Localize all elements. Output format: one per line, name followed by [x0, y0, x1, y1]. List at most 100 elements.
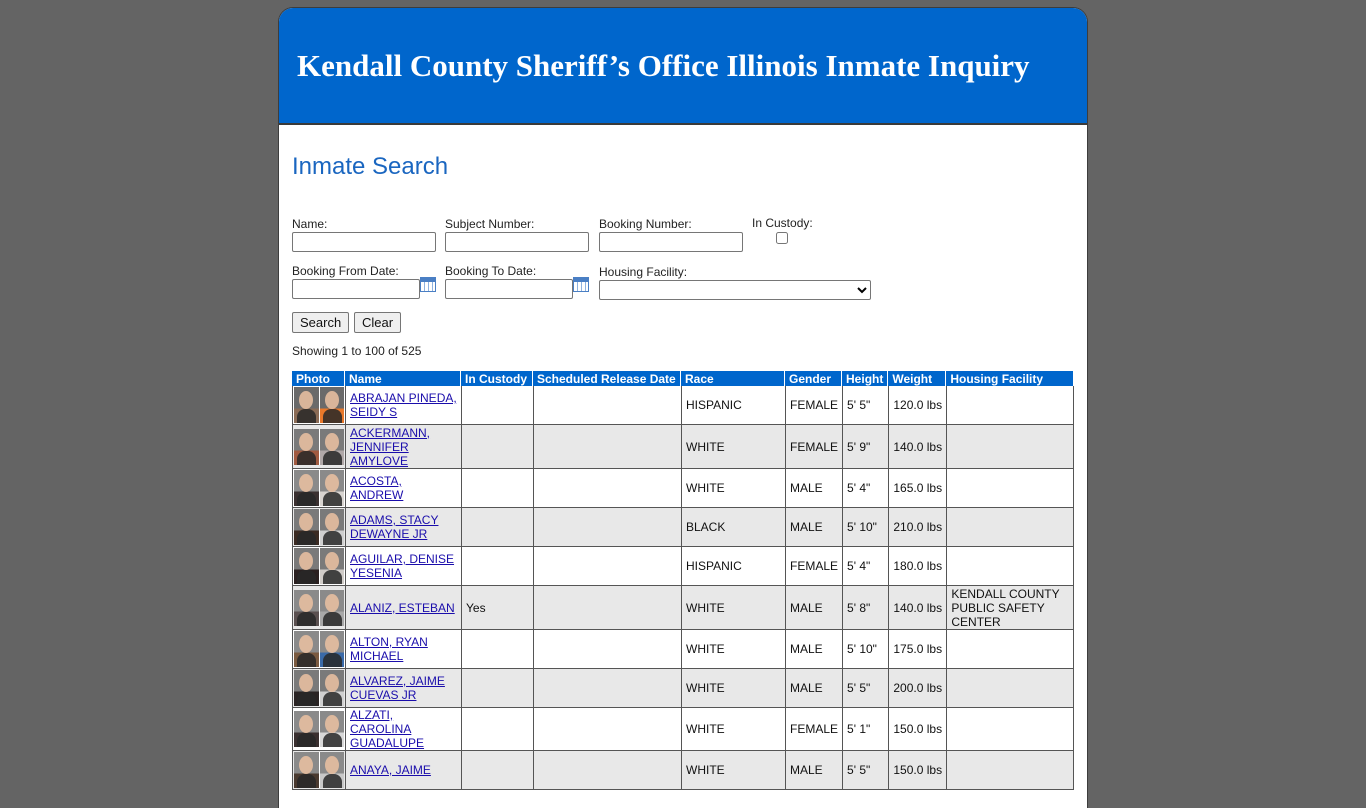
search-button[interactable]: Search	[292, 312, 350, 333]
inmate-name-line: GUADALUPE	[350, 736, 425, 750]
gender-cell: FEMALE	[785, 386, 843, 425]
mugshot-photo[interactable]	[294, 589, 344, 626]
height-cell: 5' 4"	[842, 469, 889, 508]
height-cell: 5' 9"	[842, 425, 889, 469]
in-custody-cell	[461, 751, 533, 790]
column-header-photo: Photo	[292, 371, 345, 386]
mugshot-face	[319, 631, 344, 667]
race-cell: WHITE	[681, 630, 785, 669]
mugshot-photo[interactable]	[294, 631, 344, 667]
inmate-name-link[interactable]: ALANIZ, ESTEBAN	[350, 601, 455, 615]
booking-number-input[interactable]	[599, 232, 743, 252]
name-cell: ALTON, RYAN MICHAEL	[345, 630, 461, 669]
booking-from-input[interactable]	[292, 279, 420, 299]
inmate-name-link[interactable]: ADAMS, STACY DEWAYNE JR	[350, 513, 438, 541]
booking-to-group: Booking To Date:	[445, 264, 589, 299]
column-header-release-date: Scheduled Release Date	[533, 371, 681, 386]
column-header-housing-facility: Housing Facility	[946, 371, 1074, 386]
weight-cell: 150.0 lbs	[888, 751, 947, 790]
column-header-race: Race	[681, 371, 785, 386]
gender-cell: FEMALE	[785, 425, 843, 469]
inmate-name-link[interactable]: ALZATI, CAROLINA GUADALUPE	[350, 708, 424, 750]
inmate-name-line: ALANIZ, ESTEBAN	[350, 600, 455, 615]
in-custody-cell	[461, 547, 533, 586]
height-cell: 5' 5"	[842, 669, 889, 708]
mugshot-face	[294, 589, 320, 626]
mugshot-face	[319, 470, 344, 506]
in-custody-checkbox[interactable]	[776, 232, 788, 244]
housing-facility-cell	[946, 751, 1074, 790]
in-custody-group: In Custody:	[752, 216, 813, 247]
mugshot-photo[interactable]	[294, 711, 344, 747]
weight-cell: 210.0 lbs	[888, 508, 947, 547]
mugshot-photo[interactable]	[294, 670, 344, 706]
clear-button[interactable]: Clear	[354, 312, 402, 333]
gender-cell: MALE	[785, 669, 843, 708]
inmate-name-link[interactable]: ACOSTA, ANDREW	[350, 474, 403, 502]
calendar-icon[interactable]	[573, 277, 589, 292]
race-cell: WHITE	[681, 751, 785, 790]
release-date-cell	[533, 586, 681, 630]
calendar-icon[interactable]	[420, 277, 436, 292]
name-cell: AGUILAR, DENISE YESENIA	[345, 547, 461, 586]
weight-cell: 200.0 lbs	[888, 669, 947, 708]
housing-facility-cell	[946, 708, 1074, 751]
mugshot-face	[319, 752, 344, 788]
inmate-name-link[interactable]: ALVAREZ, JAIME CUEVAS JR	[350, 674, 445, 702]
mugshot-photo[interactable]	[294, 548, 344, 584]
page-container: Kendall County Sheriff’s Office Illinois…	[279, 8, 1087, 808]
inmate-name-link[interactable]: ABRAJAN PINEDA, SEIDY S	[350, 391, 457, 419]
booking-to-input[interactable]	[445, 279, 573, 299]
inmate-name-line: JENNIFER	[350, 439, 409, 454]
table-row: ACKERMANN, JENNIFER AMYLOVE WHITE FEMALE 5' 9…	[292, 425, 1074, 469]
mugshot-photo[interactable]	[294, 752, 344, 788]
in-custody-cell	[461, 508, 533, 547]
height-cell: 5' 1"	[842, 708, 889, 751]
housing-facility-cell	[946, 508, 1074, 547]
photo-cell	[292, 547, 345, 586]
release-date-cell	[533, 708, 681, 751]
table-row: ACOSTA, ANDREW WHITE MALE 5' 4" 165.0 lbs	[292, 469, 1074, 508]
housing-facility-group: Housing Facility:	[599, 265, 871, 300]
mugshot-photo[interactable]	[294, 428, 344, 465]
release-date-cell	[533, 469, 681, 508]
height-cell: 5' 5"	[842, 386, 889, 425]
race-cell: WHITE	[681, 469, 785, 508]
housing-facility-cell	[946, 469, 1074, 508]
mugshot-photo[interactable]	[294, 509, 344, 545]
release-date-cell	[533, 508, 681, 547]
mugshot-photo[interactable]	[294, 470, 344, 506]
name-input[interactable]	[292, 232, 436, 252]
in-custody-cell	[461, 425, 533, 469]
table-header-row: Photo Name In Custody Scheduled Release Dat…	[292, 371, 1074, 386]
release-date-cell	[533, 669, 681, 708]
weight-cell: 165.0 lbs	[888, 469, 947, 508]
in-custody-cell	[461, 669, 533, 708]
photo-cell	[292, 425, 345, 469]
housing-facility-cell	[946, 386, 1074, 425]
weight-cell: 175.0 lbs	[888, 630, 947, 669]
mugshot-face	[319, 509, 344, 545]
subject-number-label: Subject Number:	[445, 217, 535, 231]
inmate-name-link[interactable]: AGUILAR, DENISE YESENIA	[350, 552, 454, 580]
mugshot-photo[interactable]	[294, 387, 344, 423]
booking-number-label: Booking Number:	[599, 217, 692, 231]
header-banner: Kendall County Sheriff’s Office Illinois…	[279, 8, 1087, 125]
race-cell: WHITE	[681, 669, 785, 708]
inmate-name-link[interactable]: ALTON, RYAN MICHAEL	[350, 635, 428, 663]
photo-cell	[292, 630, 345, 669]
in-custody-label: In Custody:	[752, 216, 813, 230]
mugshot-face	[319, 589, 344, 626]
release-date-cell	[533, 547, 681, 586]
inmate-name-link[interactable]: ACKERMANN, JENNIFER AMYLOVE	[350, 426, 430, 468]
booking-from-group: Booking From Date:	[292, 264, 436, 299]
mugshot-face	[319, 428, 344, 465]
mugshot-face	[319, 670, 344, 706]
subject-number-input[interactable]	[445, 232, 589, 252]
inmate-name-line: DEWAYNE JR	[350, 527, 428, 541]
housing-facility-select[interactable]	[599, 280, 871, 300]
inmate-name-link[interactable]: ANAYA, JAIME	[350, 763, 431, 777]
mugshot-face	[294, 631, 320, 667]
photo-cell	[292, 708, 345, 751]
housing-facility-cell: KENDALL COUNTY PUBLIC SAFETY CENTER	[946, 586, 1074, 630]
